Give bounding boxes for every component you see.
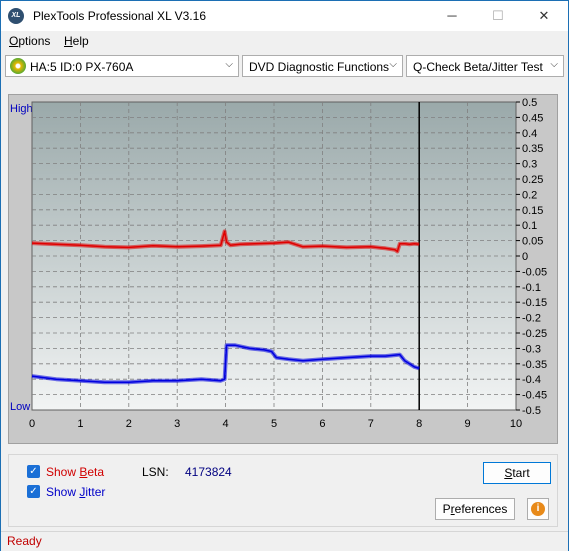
- show-jitter-checkbox[interactable]: ✓: [27, 485, 40, 498]
- function-select-value: DVD Diagnostic Functions: [249, 60, 390, 74]
- maximize-button[interactable]: ☐: [475, 1, 521, 31]
- menu-help-label: elp: [72, 34, 89, 48]
- lsn-label: LSN:: [142, 465, 169, 479]
- y-tick-label: -0.45: [522, 390, 547, 402]
- y-tick-label: 0.3: [522, 159, 537, 171]
- y-tick-label: -0.05: [522, 266, 547, 278]
- main-window: XL PlexTools Professional XL V3.16 ─ ☐ ✕…: [0, 0, 569, 551]
- y-tick-label: -0.4: [522, 374, 541, 386]
- chart-panel: High Low 0 1 2 3 4 5 6 7 8 9 10 0.5 0.45 0.4 0.35 0.3 0.…: [8, 94, 558, 444]
- x-tick-label: 9: [465, 418, 471, 430]
- drive-select-value: HA:5 ID:0 PX-760A: [30, 60, 134, 74]
- show-beta-text-rest: eta: [87, 465, 105, 479]
- y-tick-label: -0.5: [522, 405, 541, 417]
- y-tick-label: 0: [522, 251, 528, 263]
- y-tick-label: -0.15: [522, 297, 547, 309]
- y-tick-label: 0.25: [522, 174, 543, 186]
- preferences-button[interactable]: Preferences: [435, 498, 515, 520]
- x-tick-label: 3: [174, 418, 180, 430]
- show-beta-checkbox[interactable]: ✓: [27, 465, 40, 478]
- y-tick-label: 0.2: [522, 189, 537, 201]
- show-jitter-text-rest: itter: [85, 485, 106, 499]
- x-tick-label: 5: [271, 418, 277, 430]
- menu-options-accel: O: [9, 34, 19, 48]
- y-tick-label: -0.35: [522, 359, 547, 371]
- x-tick-label: 4: [223, 418, 229, 430]
- controls-panel: ✓ Show Beta ✓ Show Jitter LSN: 4173824 S…: [8, 454, 558, 527]
- close-button[interactable]: ✕: [521, 1, 567, 31]
- x-tick-label: 0: [29, 418, 35, 430]
- y-tick-label: -0.1: [522, 282, 541, 294]
- y-tick-label: -0.25: [522, 328, 547, 340]
- y-tick-label: 0.35: [522, 143, 543, 155]
- show-jitter-text: Show: [46, 485, 80, 499]
- x-tick-label: 6: [319, 418, 325, 430]
- chevron-down-icon: ⌵: [389, 59, 397, 70]
- start-button[interactable]: Start: [483, 462, 551, 484]
- y-tick-label: 0.45: [522, 112, 543, 124]
- chevron-down-icon: ⌵: [225, 59, 233, 70]
- status-bar: Ready: [1, 531, 568, 551]
- x-tick-label: 1: [77, 418, 83, 430]
- menu-help[interactable]: Help: [64, 34, 89, 48]
- y-tick-label: -0.3: [522, 343, 541, 355]
- show-beta-label[interactable]: Show Beta: [46, 465, 104, 479]
- x-tick-label: 8: [416, 418, 422, 430]
- x-tick-label: 2: [126, 418, 132, 430]
- y-tick-label: 0.1: [522, 220, 537, 232]
- app-logo-icon: XL: [8, 8, 24, 24]
- preferences-label-pre: P: [442, 502, 451, 516]
- menu-bar: Options Help: [1, 31, 568, 51]
- drive-select[interactable]: HA:5 ID:0 PX-760A ⌵: [5, 55, 239, 77]
- disc-drive-icon: [10, 58, 26, 74]
- beta-jitter-chart: 0 1 2 3 4 5 6 7 8 9 10 0.5 0.45 0.4 0.35 0.3 0.25 0.2 0.15…: [29, 97, 547, 430]
- y-tick-label: 0.05: [522, 236, 543, 248]
- start-label: tart: [512, 466, 530, 480]
- toolbar: HA:5 ID:0 PX-760A ⌵ DVD Diagnostic Funct…: [1, 52, 568, 80]
- title-bar: XL PlexTools Professional XL V3.16 ─ ☐ ✕: [1, 1, 568, 31]
- y-tick-label: -0.2: [522, 313, 541, 325]
- menu-options-label: ptions: [18, 34, 51, 48]
- test-select[interactable]: Q-Check Beta/Jitter Test ⌵: [406, 55, 564, 77]
- test-select-value: Q-Check Beta/Jitter Test: [413, 60, 543, 74]
- y-tick-label: 0.15: [522, 205, 543, 217]
- y-tick-label: 0.5: [522, 97, 537, 109]
- x-tick-label: 10: [510, 418, 522, 430]
- minimize-button[interactable]: ─: [429, 1, 475, 31]
- window-title: PlexTools Professional XL V3.16: [33, 9, 206, 23]
- info-button[interactable]: i: [527, 498, 549, 520]
- status-text: Ready: [7, 534, 42, 548]
- function-select[interactable]: DVD Diagnostic Functions ⌵: [242, 55, 403, 77]
- lsn-value: 4173824: [185, 465, 232, 479]
- menu-help-accel: H: [64, 34, 73, 48]
- chevron-down-icon: ⌵: [550, 59, 558, 70]
- info-icon: i: [531, 502, 545, 516]
- menu-options[interactable]: Options: [9, 34, 50, 48]
- show-jitter-label[interactable]: Show Jitter: [46, 485, 105, 499]
- x-tick-label: 7: [368, 418, 374, 430]
- show-beta-text: Show: [46, 465, 80, 479]
- y-tick-label: 0.4: [522, 128, 537, 140]
- preferences-label: eferences: [454, 502, 508, 516]
